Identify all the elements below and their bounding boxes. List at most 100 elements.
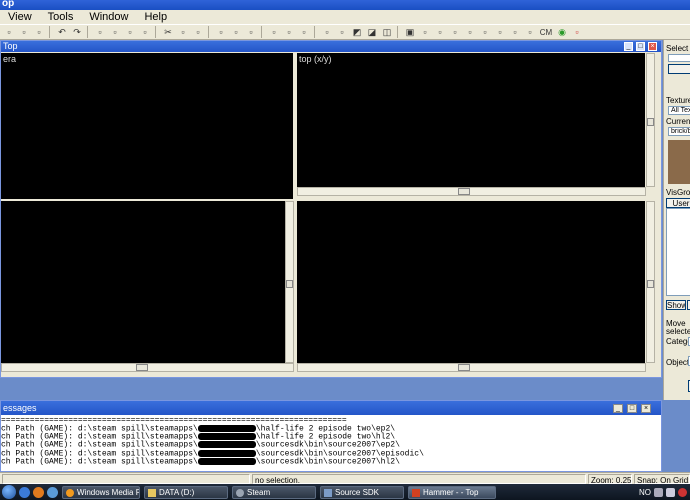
visgroups-list[interactable] [666,208,690,296]
toolbar-grid4-icon[interactable]: ▫ [138,26,152,39]
viewport-front-vscroll[interactable] [285,201,294,363]
visgroups-label: VisGroup [666,188,690,197]
viewport-top-hscroll[interactable] [297,187,646,196]
media-player-icon [66,488,74,497]
viewport-label[interactable]: era [3,54,16,64]
current-texture-select[interactable]: brick/b [668,127,690,136]
language-indicator[interactable]: NO [639,488,651,497]
toolbar-open-icon[interactable]: ▫ [17,26,31,39]
tab-user[interactable]: User [666,198,690,208]
taskbar-item-media-player[interactable]: Windows Media Pla... [62,485,140,499]
viewport-front-hscroll[interactable] [1,363,294,372]
menu-tools[interactable]: Tools [46,11,76,23]
taskbar-item-data-drive[interactable]: DATA (D:) [144,485,228,499]
compile-icon[interactable]: ◉ [555,26,569,39]
close-icon[interactable]: × [648,42,657,51]
status-bar: no selection. Zoom: 0.25 Snap: On Grid: … [0,472,690,484]
messages-title-bar[interactable]: essages [1,401,661,415]
viewport-side-vscroll[interactable] [646,201,655,363]
copy-icon[interactable]: ▫ [176,26,190,39]
viewport-camera[interactable]: era [1,53,293,199]
hazard-stripe-icon[interactable]: ▫ [267,26,281,39]
hazard-stripe3-icon[interactable]: ▫ [297,26,311,39]
taskbar-item-label: DATA (D:) [159,487,195,497]
taskbar-item-hammer[interactable]: Hammer - - Top [408,485,496,499]
toolbar-tool5-icon[interactable]: ▫ [478,26,492,39]
selection-box-icon[interactable]: ▫ [320,26,334,39]
scroll-thumb[interactable] [458,364,470,371]
toolbar-tool6-icon[interactable]: ▫ [493,26,507,39]
taskbar-item-steam[interactable]: Steam [232,485,316,499]
scroll-thumb[interactable] [136,364,148,371]
scroll-thumb[interactable] [286,280,293,288]
paste-icon[interactable]: ▫ [191,26,205,39]
security-icon[interactable] [678,487,687,497]
hazard-stripe2-icon[interactable]: ▫ [282,26,296,39]
quicklaunch-desktop-icon[interactable] [47,486,58,498]
menu-bar: View Tools Window Help [0,10,690,24]
menu-help[interactable]: Help [142,11,169,23]
toolbar-tool4-icon[interactable]: ▫ [463,26,477,39]
messages-maximize-icon[interactable]: □ [627,404,637,413]
messages-close-icon[interactable]: × [641,404,651,413]
menu-view[interactable]: View [6,11,34,23]
messages-minimize-icon[interactable]: _ [613,404,623,413]
maximize-icon[interactable]: □ [636,42,645,51]
viewport-top-vscroll[interactable] [646,53,655,187]
entity-icon[interactable]: ▣ [403,26,417,39]
cut-icon[interactable]: ✂ [161,26,175,39]
redaction-mark [197,433,256,441]
toolbar-grid-icon[interactable]: ▫ [93,26,107,39]
texture-lock-icon[interactable]: ◩ [350,26,364,39]
texture-group-select[interactable]: All Text [668,106,690,115]
ungroup-icon[interactable]: ▫ [229,26,243,39]
minimize-icon[interactable]: _ [624,42,633,51]
toolbar-tool8-icon[interactable]: ▫ [523,26,537,39]
toolbar-separator [261,26,266,38]
messages-log[interactable]: ========================================… [1,415,661,471]
viewport-side[interactable] [297,201,645,363]
cubemap-icon[interactable]: CM [538,26,554,39]
quicklaunch-ie-icon[interactable] [19,486,30,498]
toolbar-grid2-icon[interactable]: ▫ [108,26,122,39]
select-mode-button[interactable] [668,64,690,74]
volume-icon[interactable] [666,487,675,497]
app-title-bar[interactable]: op [0,0,690,10]
group-icon[interactable]: ▫ [214,26,228,39]
toolbar-tool3-icon[interactable]: ▫ [448,26,462,39]
show-button[interactable]: Show [666,300,686,310]
viewport-side-hscroll[interactable] [297,363,646,372]
scroll-thumb[interactable] [647,118,654,126]
log-line: ch Path (GAME): d:\steam spill\steamapps… [1,457,400,467]
taskbar-item-label: Hammer - - Top [423,487,479,497]
toolbar-save-icon[interactable]: ▫ [32,26,46,39]
status-cell [2,474,250,484]
undo-icon[interactable]: ↶ [55,26,69,39]
texture-preview[interactable] [668,140,690,184]
scroll-thumb[interactable] [458,188,470,195]
face-icon[interactable]: ◫ [380,26,394,39]
redo-icon[interactable]: ↷ [70,26,84,39]
scroll-thumb[interactable] [647,280,654,288]
document-title-bar[interactable]: Top [1,41,661,52]
start-button[interactable] [2,485,16,499]
carve-icon[interactable]: ▫ [335,26,349,39]
select-mode-field[interactable] [668,54,690,62]
status-snap: Snap: On Grid: 64 [634,474,690,484]
toolbar-tool2-icon[interactable]: ▫ [433,26,447,39]
viewport-top[interactable]: top (x/y) [297,53,645,187]
toolbar-grid3-icon[interactable]: ▫ [123,26,137,39]
toolbar-tool-icon[interactable]: ▫ [418,26,432,39]
current-texture-label: Current te [666,117,690,126]
run-map-icon[interactable]: ▫ [570,26,584,39]
toolbar-new-icon[interactable]: ▫ [2,26,16,39]
taskbar-item-source-sdk[interactable]: Source SDK [320,485,404,499]
hide-icon[interactable]: ▫ [244,26,258,39]
scale-lock-icon[interactable]: ◪ [365,26,379,39]
quicklaunch-firefox-icon[interactable] [33,486,44,498]
viewport-front[interactable] [1,201,285,363]
menu-window[interactable]: Window [87,11,130,23]
toolbar-tool7-icon[interactable]: ▫ [508,26,522,39]
network-icon[interactable] [654,487,663,497]
viewport-label[interactable]: top (x/y) [299,54,332,64]
